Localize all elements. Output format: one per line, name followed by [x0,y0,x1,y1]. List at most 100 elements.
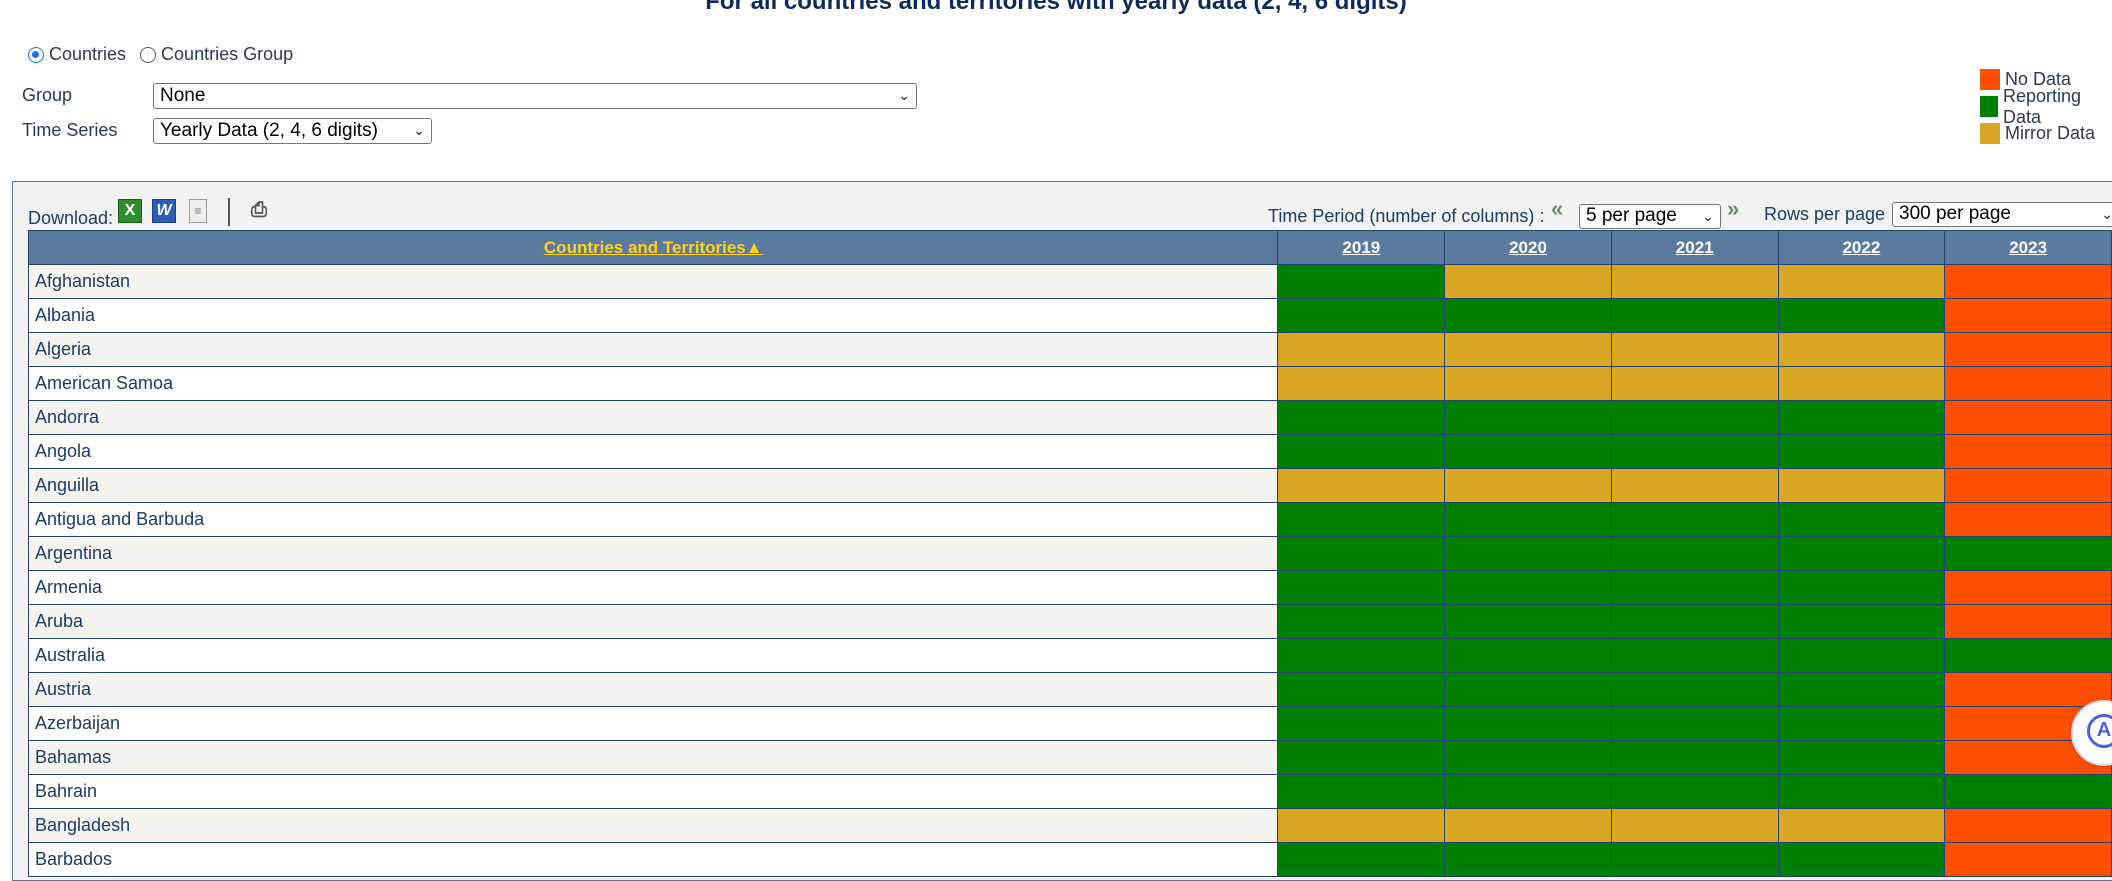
status-cell[interactable] [1777,570,1946,605]
status-cell[interactable] [1444,264,1612,299]
status-cell[interactable] [1444,366,1612,401]
status-cell[interactable] [1610,808,1779,843]
status-cell[interactable] [1944,502,2112,537]
sort-countries-link[interactable]: Countries and Territories▲ [544,238,763,257]
status-cell[interactable] [1777,400,1946,435]
countries-radio-label[interactable]: Countries [49,44,126,65]
status-cell[interactable] [1944,638,2112,673]
time-period-select[interactable]: 5 per page ⌄ [1579,204,1721,229]
status-cell[interactable] [1944,400,2112,435]
status-cell[interactable] [1944,366,2112,401]
status-cell[interactable] [1444,740,1612,775]
status-cell[interactable] [1277,774,1446,809]
print-icon[interactable]: ⎙ [244,199,274,223]
status-cell[interactable] [1277,808,1446,843]
status-cell[interactable] [1777,672,1946,707]
countries-group-radio[interactable] [140,46,157,63]
status-cell[interactable] [1777,638,1946,673]
status-cell[interactable] [1777,774,1946,809]
status-cell[interactable] [1944,570,2112,605]
rows-per-page-select[interactable]: 300 per page ⌄ [1892,202,2112,227]
status-cell[interactable] [1777,502,1946,537]
status-cell[interactable] [1610,332,1779,367]
status-cell[interactable] [1277,332,1446,367]
column-header-year[interactable]: 2022 [1777,230,1946,265]
status-cell[interactable] [1944,468,2112,503]
year-link[interactable]: 2019 [1342,238,1380,257]
status-cell[interactable] [1610,570,1779,605]
status-cell[interactable] [1610,638,1779,673]
status-cell[interactable] [1444,536,1612,571]
status-cell[interactable] [1444,808,1612,843]
status-cell[interactable] [1610,706,1779,741]
status-cell[interactable] [1777,468,1946,503]
text-file-icon[interactable]: ≡ [189,199,207,223]
status-cell[interactable] [1444,638,1612,673]
status-cell[interactable] [1610,672,1779,707]
status-cell[interactable] [1610,604,1779,639]
status-cell[interactable] [1277,264,1446,299]
status-cell[interactable] [1277,434,1446,469]
status-cell[interactable] [1444,434,1612,469]
status-cell[interactable] [1277,604,1446,639]
status-cell[interactable] [1777,740,1946,775]
status-cell[interactable] [1444,400,1612,435]
status-cell[interactable] [1944,264,2112,299]
status-cell[interactable] [1277,740,1446,775]
column-header-year[interactable]: 2020 [1444,230,1612,265]
status-cell[interactable] [1777,842,1946,877]
status-cell[interactable] [1277,706,1446,741]
status-cell[interactable] [1944,298,2112,333]
status-cell[interactable] [1277,366,1446,401]
status-cell[interactable] [1277,502,1446,537]
status-cell[interactable] [1610,298,1779,333]
status-cell[interactable] [1944,808,2112,843]
status-cell[interactable] [1777,332,1946,367]
status-cell[interactable] [1777,298,1946,333]
column-header-year[interactable]: 2019 [1277,230,1446,265]
status-cell[interactable] [1610,468,1779,503]
status-cell[interactable] [1444,842,1612,877]
status-cell[interactable] [1777,264,1946,299]
status-cell[interactable] [1610,740,1779,775]
status-cell[interactable] [1277,672,1446,707]
status-cell[interactable] [1444,774,1612,809]
status-cell[interactable] [1610,264,1779,299]
status-cell[interactable] [1944,842,2112,877]
year-link[interactable]: 2020 [1509,238,1547,257]
column-header-countries[interactable]: Countries and Territories▲ [27,230,1279,265]
status-cell[interactable] [1777,604,1946,639]
status-cell[interactable] [1444,468,1612,503]
word-icon[interactable]: W [152,199,176,223]
status-cell[interactable] [1777,808,1946,843]
status-cell[interactable] [1610,774,1779,809]
status-cell[interactable] [1277,400,1446,435]
status-cell[interactable] [1277,536,1446,571]
previous-period-icon[interactable]: « [1551,196,1564,222]
status-cell[interactable] [1944,672,2112,707]
status-cell[interactable] [1277,570,1446,605]
status-cell[interactable] [1277,638,1446,673]
status-cell[interactable] [1277,468,1446,503]
column-header-year[interactable]: 2021 [1610,230,1779,265]
group-select[interactable]: None ⌄ [153,83,917,109]
status-cell[interactable] [1944,332,2112,367]
status-cell[interactable] [1944,604,2112,639]
status-cell[interactable] [1777,706,1946,741]
status-cell[interactable] [1444,570,1612,605]
status-cell[interactable] [1610,842,1779,877]
status-cell[interactable] [1444,332,1612,367]
status-cell[interactable] [1610,502,1779,537]
countries-radio[interactable] [28,46,44,63]
status-cell[interactable] [1777,434,1946,469]
next-period-icon[interactable]: » [1727,196,1740,222]
status-cell[interactable] [1444,672,1612,707]
time-series-select[interactable]: Yearly Data (2, 4, 6 digits) ⌄ [153,118,432,144]
status-cell[interactable] [1444,502,1612,537]
status-cell[interactable] [1610,400,1779,435]
status-cell[interactable] [1610,536,1779,571]
status-cell[interactable] [1444,298,1612,333]
status-cell[interactable] [1277,298,1446,333]
status-cell[interactable] [1777,536,1946,571]
status-cell[interactable] [1277,842,1446,877]
